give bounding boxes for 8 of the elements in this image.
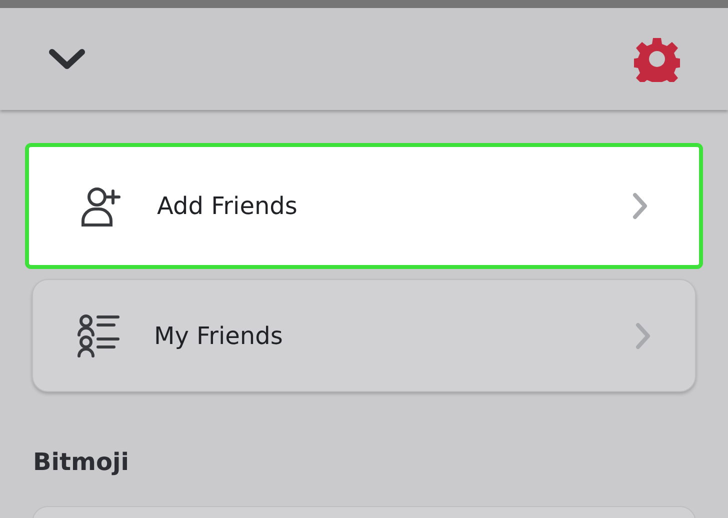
menu-item[interactable]: Add Friends <box>25 143 703 269</box>
section-heading: Bitmoji <box>33 447 130 478</box>
chevron-down-icon[interactable] <box>48 47 86 71</box>
settings-icon[interactable] <box>634 36 680 82</box>
chevron-right-icon <box>631 192 649 220</box>
friend-list-icon <box>76 312 122 358</box>
menu-item[interactable]: My Friends <box>32 279 696 392</box>
chevron-right-icon <box>634 322 652 350</box>
